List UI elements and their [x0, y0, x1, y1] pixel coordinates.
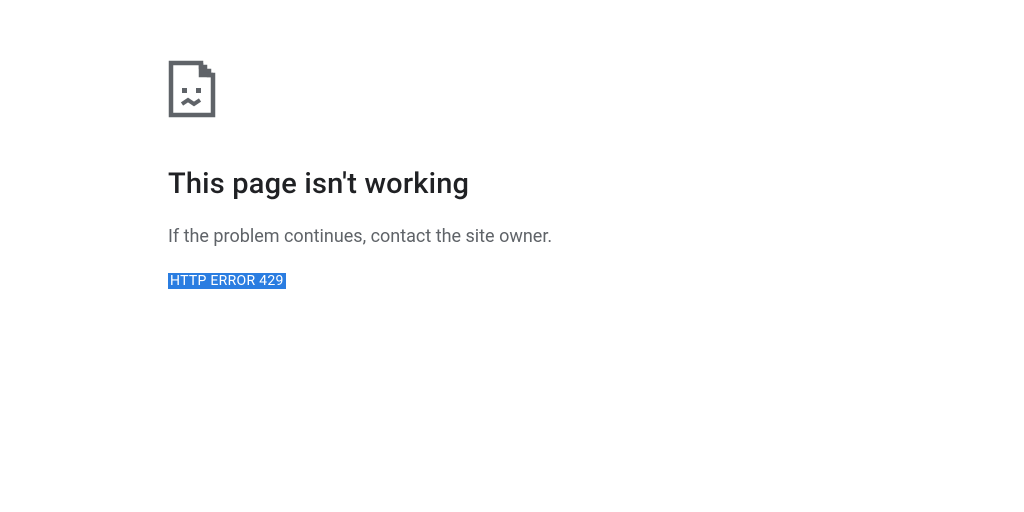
error-code-badge: HTTP ERROR 429: [168, 273, 286, 289]
error-page: This page isn't working If the problem c…: [0, 0, 1024, 289]
error-message: If the problem continues, contact the si…: [168, 223, 1024, 250]
broken-file-icon: [168, 60, 1024, 122]
error-title: This page isn't working: [168, 167, 1024, 201]
